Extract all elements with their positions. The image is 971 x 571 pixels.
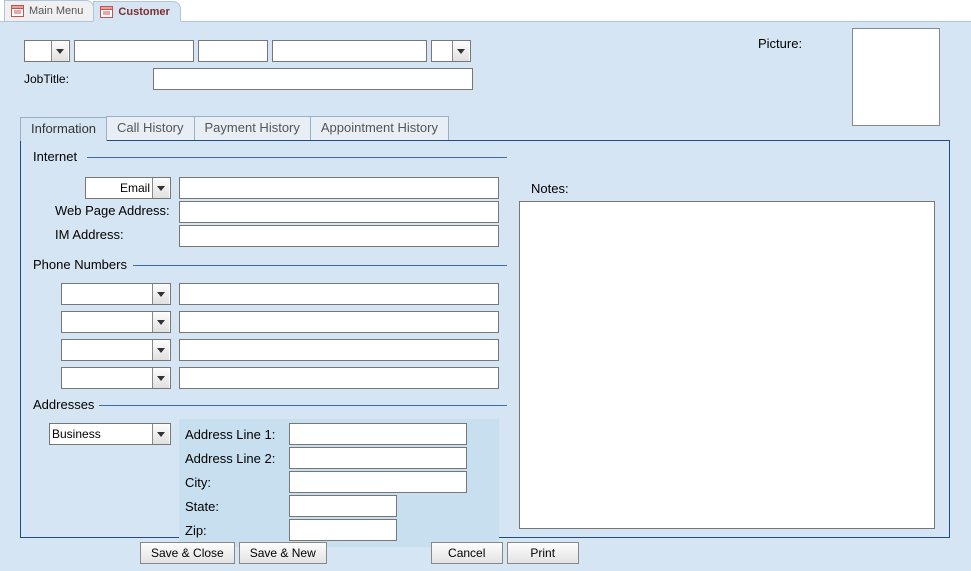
first-name-input[interactable] xyxy=(74,40,194,62)
chevron-down-icon[interactable] xyxy=(152,178,169,198)
tab-payment-history[interactable]: Payment History xyxy=(194,116,311,140)
title-combo-input[interactable] xyxy=(25,41,51,61)
jobtitle-label: JobTitle: xyxy=(24,72,79,86)
notes-textarea[interactable] xyxy=(519,201,935,529)
addr-line1-label: Address Line 1: xyxy=(185,427,283,442)
tab-call-history[interactable]: Call History xyxy=(106,116,194,140)
address-panel: Address Line 1: Address Line 2: City: St… xyxy=(179,419,499,547)
middle-name-input[interactable] xyxy=(198,40,268,62)
chevron-down-icon[interactable] xyxy=(51,41,68,61)
phone4-input[interactable] xyxy=(179,367,499,389)
doc-tab-customer-label: Customer xyxy=(118,6,169,18)
doc-tab-main-menu[interactable]: Main Menu xyxy=(4,0,94,21)
phone4-type-input[interactable] xyxy=(62,368,152,388)
phone1-type-input[interactable] xyxy=(62,284,152,304)
suffix-combo[interactable] xyxy=(431,40,471,62)
tab-information[interactable]: Information xyxy=(20,117,107,141)
zip-label: Zip: xyxy=(185,523,283,538)
phone3-input[interactable] xyxy=(179,339,499,361)
picture-box[interactable] xyxy=(852,28,940,126)
city-label: City: xyxy=(185,475,283,490)
address-type-input[interactable] xyxy=(50,424,152,444)
group-divider xyxy=(99,405,507,406)
email-type-input[interactable] xyxy=(86,178,152,198)
email-type-combo[interactable] xyxy=(85,177,171,199)
state-label: State: xyxy=(185,499,283,514)
im-label: IM Address: xyxy=(55,227,173,242)
tab-strip: Information Call History Payment History… xyxy=(20,116,950,140)
suffix-combo-input[interactable] xyxy=(432,41,452,61)
phone1-input[interactable] xyxy=(179,283,499,305)
group-divider xyxy=(133,265,507,266)
chevron-down-icon[interactable] xyxy=(152,368,169,388)
im-input[interactable] xyxy=(179,225,499,247)
print-button[interactable]: Print xyxy=(507,542,579,564)
document-tab-bar: Main Menu Customer xyxy=(0,0,971,22)
tab-appointment-history[interactable]: Appointment History xyxy=(310,116,449,140)
phone1-type-combo[interactable] xyxy=(61,283,171,305)
title-combo[interactable] xyxy=(24,40,70,62)
jobtitle-row: JobTitle: xyxy=(24,68,473,90)
phone-group-label: Phone Numbers xyxy=(29,257,131,272)
phone2-type-input[interactable] xyxy=(62,312,152,332)
doc-tab-main-menu-label: Main Menu xyxy=(29,5,83,17)
addr-line2-label: Address Line 2: xyxy=(185,451,283,466)
doc-tab-customer[interactable]: Customer xyxy=(93,1,180,22)
form-icon xyxy=(100,6,113,18)
customer-form: JobTitle: Picture: Information Call Hist… xyxy=(0,22,971,571)
chevron-down-icon[interactable] xyxy=(452,41,469,61)
notes-label: Notes: xyxy=(531,181,569,196)
save-close-button[interactable]: Save & Close xyxy=(140,542,235,564)
addr-line2-input[interactable] xyxy=(289,447,467,469)
phone3-type-input[interactable] xyxy=(62,340,152,360)
form-icon xyxy=(11,5,24,17)
jobtitle-input[interactable] xyxy=(153,68,473,90)
save-new-button[interactable]: Save & New xyxy=(239,542,327,564)
addr-line1-input[interactable] xyxy=(289,423,467,445)
button-bar: Save & Close Save & New Cancel Print xyxy=(140,542,579,564)
chevron-down-icon[interactable] xyxy=(152,424,169,444)
customer-tab-control: Information Call History Payment History… xyxy=(20,116,950,538)
tab-page-information: Internet Web Page Address: IM Address: P… xyxy=(20,140,950,538)
group-divider xyxy=(87,157,507,158)
chevron-down-icon[interactable] xyxy=(152,312,169,332)
state-input[interactable] xyxy=(289,495,397,517)
chevron-down-icon[interactable] xyxy=(152,340,169,360)
email-input[interactable] xyxy=(179,177,499,199)
zip-input[interactable] xyxy=(289,519,397,541)
picture-label: Picture: xyxy=(758,36,802,51)
name-row xyxy=(24,40,471,62)
last-name-input[interactable] xyxy=(272,40,427,62)
city-input[interactable] xyxy=(289,471,467,493)
phone2-input[interactable] xyxy=(179,311,499,333)
webpage-input[interactable] xyxy=(179,201,499,223)
webpage-label: Web Page Address: xyxy=(55,203,173,218)
cancel-button[interactable]: Cancel xyxy=(431,542,503,564)
internet-group-label: Internet xyxy=(29,149,81,164)
address-type-combo[interactable] xyxy=(49,423,171,445)
chevron-down-icon[interactable] xyxy=(152,284,169,304)
phone2-type-combo[interactable] xyxy=(61,311,171,333)
phone4-type-combo[interactable] xyxy=(61,367,171,389)
addresses-group-label: Addresses xyxy=(29,397,98,412)
phone3-type-combo[interactable] xyxy=(61,339,171,361)
